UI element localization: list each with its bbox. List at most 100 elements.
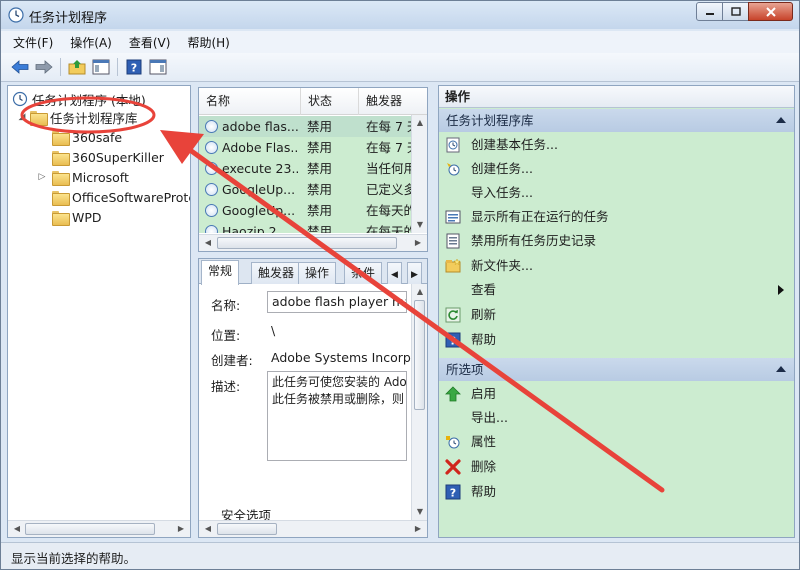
tree-item-folder[interactable]: 360safe [52,127,122,147]
tree-horizontal-scrollbar[interactable]: ◀ ▶ [8,520,190,537]
scroll-left-icon[interactable]: ◀ [201,237,215,249]
tree-item-folder[interactable]: WPD [52,207,102,227]
collapse-section-icon[interactable] [776,366,786,372]
details-horizontal-scrollbar[interactable]: ◀ ▶ [199,520,427,537]
tab-scroll-left[interactable]: ◀ [387,262,402,284]
scroll-down-icon[interactable]: ▼ [413,219,427,231]
title-bar[interactable]: 任务计划程序 [1,1,799,29]
actions-section-library[interactable]: 任务计划程序库 [439,109,794,132]
scrollbar-thumb[interactable] [414,300,425,410]
table-row[interactable]: Adobe Flas... 禁用 在每 7 天 [199,137,411,158]
maximize-button[interactable] [722,2,749,21]
action-create-task[interactable]: 创建任务... [439,157,794,181]
tree-item-folder[interactable]: OfficeSoftwareProte [52,187,190,207]
menu-help[interactable]: 帮助(H) [187,34,229,51]
actions-section-selected[interactable]: 所选项 [439,358,794,381]
close-icon [765,6,776,17]
tab-general[interactable]: 常规 [201,260,240,285]
menu-view[interactable]: 查看(V) [129,34,171,51]
up-folder-button[interactable] [67,57,87,77]
description-field[interactable]: 此任务可使您安装的 Ado 此任务被禁用或删除，则 [267,371,407,461]
chevron-right-icon: ▶ [411,270,418,280]
task-name: Haozip 2... [222,224,289,233]
action-show-running-tasks[interactable]: 显示所有正在运行的任务 [439,205,794,229]
name-field[interactable]: adobe flash player mai [267,291,407,313]
action-view[interactable]: 查看 [439,278,794,302]
tree-item-folder[interactable]: 360SuperKiller [52,147,164,167]
action-enable[interactable]: 启用 [439,382,794,406]
task-status: 禁用 [307,203,333,218]
action-refresh[interactable]: 刷新 [439,303,794,327]
action-delete[interactable]: 删除 [439,455,794,479]
scroll-left-icon[interactable]: ◀ [201,523,215,535]
tree-item-folder[interactable]: ▷ Microsoft [38,167,129,187]
table-row[interactable]: GoogleUp... 禁用 在每天的 [199,200,411,221]
tab-conditions[interactable]: 条件 [344,262,383,284]
task-clock-icon [205,204,218,217]
action-label: 帮助 [471,484,497,499]
menu-action[interactable]: 操作(A) [70,34,112,51]
svg-text:?: ? [450,335,456,348]
show-hide-action-pane-button[interactable] [148,57,168,77]
task-trigger: 已定义多 [366,182,411,197]
close-button[interactable] [748,2,793,21]
action-label: 创建基本任务... [471,137,558,152]
new-folder-icon [445,258,461,273]
tab-actions[interactable]: 操作 [298,262,337,284]
task-list-vertical-scrollbar[interactable]: ▲ ▼ [411,115,427,233]
action-help[interactable]: ? 帮助 [439,328,794,352]
details-vertical-scrollbar[interactable]: ▲ ▼ [411,284,427,521]
action-properties[interactable]: 属性 [439,430,794,454]
column-header-status[interactable]: 状态 [301,88,359,115]
task-list-horizontal-scrollbar[interactable]: ◀ ▶ [199,234,427,251]
action-new-folder[interactable]: 新文件夹... [439,254,794,278]
scrollbar-thumb[interactable] [217,523,277,535]
scrollbar-thumb[interactable] [25,523,155,535]
action-disable-history[interactable]: 禁用所有任务历史记录 [439,229,794,253]
scroll-down-icon[interactable]: ▼ [413,506,427,518]
detail-tabs: 常规 触发器 操作 条件 ◀ ▶ [199,259,427,285]
back-button[interactable] [10,57,30,77]
help-icon: ? [445,484,461,500]
tree-item-root[interactable]: 任务计划程序 (本地) [12,89,146,109]
scroll-left-icon[interactable]: ◀ [10,523,24,535]
window-title: 任务计划程序 [29,11,108,26]
help-toolbar-button[interactable]: ? [124,57,144,77]
action-help-selected[interactable]: ? 帮助 [439,480,794,504]
task-name: execute 23... [222,161,298,176]
table-row[interactable]: Haozip 2... 禁用 在每天的 [199,221,411,233]
scroll-up-icon[interactable]: ▲ [413,117,427,129]
action-create-basic-task[interactable]: 创建基本任务... [439,133,794,157]
tab-scroll-right[interactable]: ▶ [407,262,422,284]
action-import-task[interactable]: 导入任务... [439,181,794,205]
table-row[interactable]: GoogleUp... 禁用 已定义多 [199,179,411,200]
show-hide-console-tree-button[interactable] [91,57,111,77]
column-header-trigger[interactable]: 触发器 [359,88,427,115]
forward-button[interactable] [34,57,54,77]
tab-triggers[interactable]: 触发器 [251,262,302,284]
table-row[interactable]: execute 23... 禁用 当任何用 [199,158,411,179]
column-header-name[interactable]: 名称 [199,88,301,115]
task-name: GoogleUp... [222,203,296,218]
collapse-section-icon[interactable] [776,117,786,123]
scroll-right-icon[interactable]: ▶ [174,523,188,535]
folder-icon [52,130,70,146]
tree-item-library[interactable]: ◢ 任务计划程序库 [18,107,138,127]
scroll-right-icon[interactable]: ▶ [411,523,425,535]
scrollbar-thumb[interactable] [217,237,397,249]
name-label: 名称: [211,298,241,313]
scroll-right-icon[interactable]: ▶ [411,237,425,249]
collapse-icon[interactable]: ◢ [18,112,26,122]
minimize-button[interactable] [696,2,723,21]
action-export[interactable]: 导出... [439,406,794,430]
scroll-up-icon[interactable]: ▲ [413,286,427,298]
help-icon: ? [126,59,142,75]
task-trigger: 当任何用 [366,161,411,176]
description-line: 此任务被禁用或删除，则 [272,392,405,406]
window-controls [696,2,793,22]
expand-icon[interactable]: ▷ [38,172,46,182]
table-row[interactable]: adobe flas... 禁用 在每 7 天 [199,116,411,137]
menu-file[interactable]: 文件(F) [13,34,53,51]
action-label: 禁用所有任务历史记录 [471,233,597,248]
back-arrow-icon [11,60,29,74]
